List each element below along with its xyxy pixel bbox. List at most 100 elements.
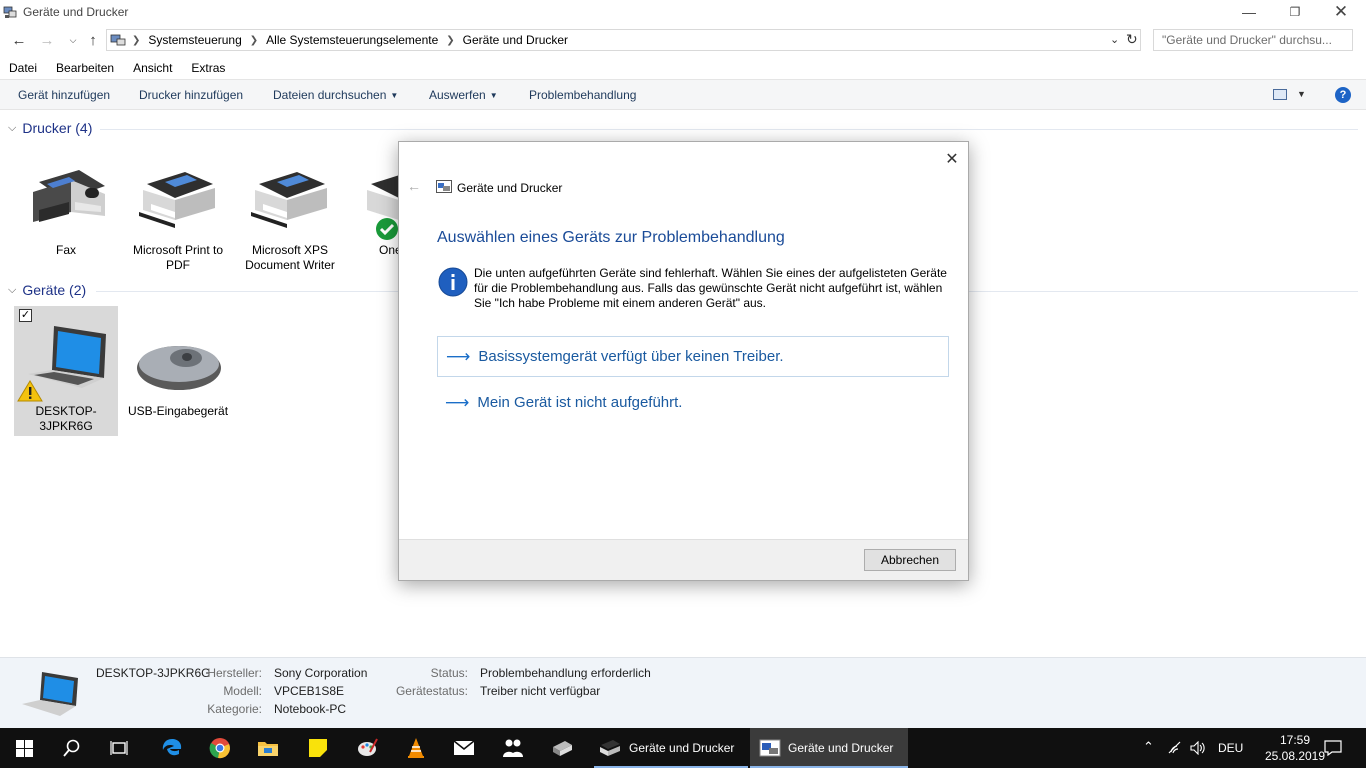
devices-printers-icon (436, 180, 452, 193)
mail-button[interactable] (452, 736, 476, 760)
device-xps-writer[interactable]: Microsoft XPS Document Writer (238, 160, 342, 272)
selection-checkbox[interactable]: ✓ (19, 309, 32, 322)
chrome-button[interactable] (208, 736, 232, 760)
notifications-icon[interactable] (1324, 740, 1342, 756)
volume-icon[interactable] (1190, 741, 1206, 755)
caret-down-icon: ▼ (489, 91, 498, 100)
input-language[interactable]: DEU (1218, 741, 1243, 755)
vlc-button[interactable] (404, 736, 428, 760)
people-button[interactable] (501, 736, 525, 760)
search-button[interactable] (60, 736, 84, 760)
forward-button[interactable]: → (36, 30, 58, 50)
start-button[interactable] (12, 736, 36, 760)
details-status: Problembehandlung erforderlich (480, 666, 651, 680)
option-basic-system-device[interactable]: ⟶ Basissystemgerät verfügt über keinen T… (437, 336, 949, 377)
troubleshoot-dialog: ✕ ← Geräte und Drucker Auswählen eines G… (398, 141, 969, 581)
menu-file[interactable]: Datei (0, 58, 45, 78)
info-icon (438, 267, 468, 297)
file-explorer-button[interactable] (256, 736, 280, 760)
arrow-right-icon: ⟶ (445, 392, 470, 412)
details-device-status-label: Gerätestatus: (395, 684, 468, 698)
menu-tools[interactable]: Extras (182, 58, 233, 78)
scanner-icon (553, 741, 572, 756)
option-label: Basissystemgerät verfügt über keinen Tre… (478, 348, 784, 365)
task-view-icon (110, 741, 128, 755)
breadcrumb-devices-printers[interactable]: Geräte und Drucker (463, 33, 568, 47)
help-icon[interactable]: ? (1335, 87, 1351, 103)
address-bar[interactable]: ❯ Systemsteuerung ❯ Alle Systemsteuerung… (106, 29, 1141, 51)
dialog-back-button[interactable]: ← (407, 178, 421, 194)
taskbar-task-devices-printers-active[interactable]: Geräte und Drucker (750, 728, 908, 768)
arrow-left-icon: ← (11, 31, 27, 49)
clock-time[interactable]: 17:59 (1265, 733, 1325, 747)
refresh-icon[interactable]: ↻ (1126, 31, 1138, 48)
arrow-right-icon: → (39, 31, 55, 49)
browse-files-label: Dateien durchsuchen (273, 88, 387, 102)
folder-icon (258, 742, 278, 756)
option-device-not-listed[interactable]: ⟶ Mein Gerät ist nicht aufgeführt. (437, 382, 949, 423)
printer-icon (600, 740, 620, 756)
address-dropdown-icon[interactable]: ⌄ (1110, 33, 1119, 46)
view-caret-icon[interactable]: ▼ (1297, 89, 1306, 99)
dialog-close-button[interactable]: ✕ (939, 148, 965, 170)
taskbar-task-devices-printers[interactable]: Geräte und Drucker (594, 728, 748, 768)
laptop-icon (22, 672, 78, 716)
cancel-button[interactable]: Abbrechen (864, 549, 956, 571)
close-window-button[interactable]: ✕ (1318, 0, 1364, 24)
group-printers-header[interactable]: ⌵ Drucker (4) (8, 120, 92, 136)
view-options-icon[interactable] (1273, 89, 1287, 100)
breadcrumb-separator: ❯ (249, 34, 259, 46)
recent-locations-button[interactable]: ⌵ (62, 30, 84, 50)
details-model: VPCEB1S8E (274, 684, 345, 698)
device-print-to-pdf[interactable]: Microsoft Print to PDF (126, 160, 230, 272)
task-label: Geräte und Drucker (629, 741, 735, 755)
back-button[interactable]: ← (8, 30, 30, 50)
details-model-label: Modell: (223, 684, 262, 698)
chevron-down-icon: ⌵ (69, 34, 77, 45)
device-usb-input[interactable]: USB-Eingabegerät (126, 306, 230, 436)
device-onenote[interactable]: One (350, 160, 398, 270)
device-fax[interactable]: Fax (14, 160, 118, 260)
restore-icon: ❐ (1289, 5, 1301, 19)
device-label: Microsoft XPS Document Writer (245, 243, 335, 272)
close-icon: ✕ (945, 151, 959, 168)
task-label: Geräte und Drucker (788, 741, 894, 755)
menu-edit[interactable]: Bearbeiten (47, 58, 122, 78)
sticky-notes-button[interactable] (306, 736, 330, 760)
edge-icon (162, 739, 182, 756)
eject-label: Auswerfen (429, 88, 486, 102)
window-title: Geräte und Drucker (23, 5, 129, 19)
troubleshoot-button[interactable]: Problembehandlung (529, 88, 636, 102)
dialog-heading: Auswählen eines Geräts zur Problembehand… (437, 229, 785, 246)
breadcrumb-all-items[interactable]: Alle Systemsteuerungselemente (266, 33, 438, 47)
chrome-icon (209, 738, 230, 759)
details-manufacturer-label: Hersteller: (207, 666, 262, 680)
eject-button[interactable]: Auswerfen ▼ (429, 88, 498, 102)
fax-scan-button[interactable] (550, 736, 574, 760)
device-desktop[interactable]: ✓ DESKTOP-3JPKR6G (14, 306, 118, 436)
close-icon: ✕ (1333, 2, 1349, 21)
breadcrumb-control-panel[interactable]: Systemsteuerung (148, 33, 241, 47)
paint-button[interactable] (355, 736, 379, 760)
group-devices-header[interactable]: ⌵ Geräte (2) (8, 282, 86, 298)
device-label: Fax (55, 243, 76, 257)
up-button[interactable]: ↑ (82, 30, 104, 50)
show-hidden-icons-button[interactable]: ⌃ (1143, 739, 1154, 755)
caret-down-icon: ▼ (390, 91, 399, 100)
add-device-button[interactable]: Gerät hinzufügen (18, 88, 110, 102)
mail-icon (453, 740, 475, 755)
edge-button[interactable] (160, 736, 184, 760)
minimize-button[interactable]: — (1226, 0, 1272, 24)
search-input[interactable]: "Geräte und Drucker" durchsu... (1153, 29, 1353, 51)
printer-icon (251, 172, 327, 228)
task-view-button[interactable] (107, 736, 131, 760)
group-printers-title: Drucker (4) (22, 120, 93, 136)
network-icon[interactable] (1168, 741, 1184, 755)
group-divider (100, 129, 1358, 130)
menu-view[interactable]: Ansicht (124, 58, 180, 78)
dialog-footer: Abbrechen (399, 539, 968, 580)
browse-files-button[interactable]: Dateien durchsuchen ▼ (273, 88, 398, 102)
add-printer-button[interactable]: Drucker hinzufügen (139, 88, 243, 102)
option-label: Mein Gerät ist nicht aufgeführt. (477, 394, 683, 411)
restore-button[interactable]: ❐ (1272, 0, 1318, 24)
